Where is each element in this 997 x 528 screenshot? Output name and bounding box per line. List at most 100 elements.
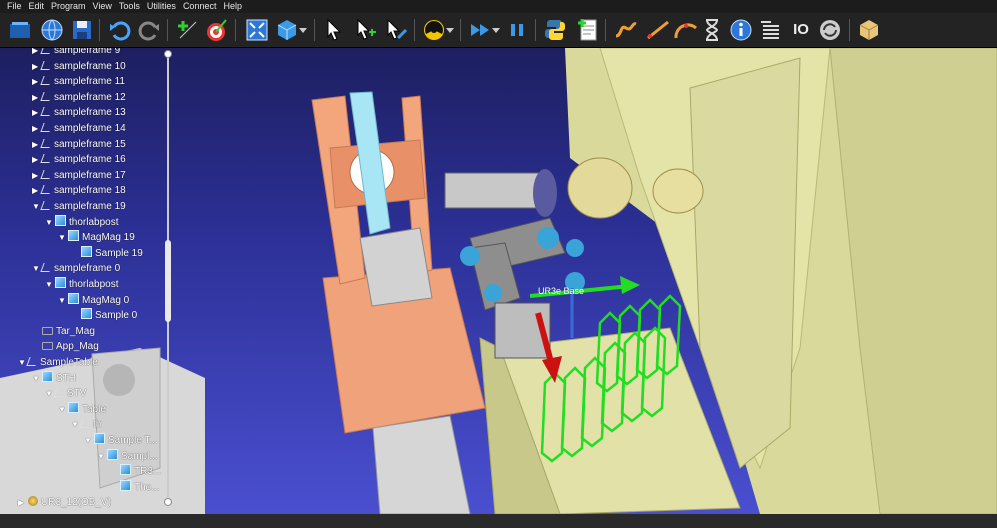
tree-item-label: Tar_Mag [56,325,95,337]
tree-item-label: SampleTable [40,357,98,368]
frame-icon [40,154,53,164]
frame-icon [40,138,53,148]
menu-tools[interactable]: Tools [112,0,140,13]
tree-item[interactable]: ▼ Sample T... [84,433,158,448]
tree-item[interactable]: ▼ MagMag 19 [58,230,135,245]
expand-arrow-icon[interactable]: ▶ [18,495,28,510]
fit-all-icon[interactable] [245,18,269,42]
gray-pedestal [372,415,471,514]
tree-item[interactable]: ▼ thorlabpost [45,277,118,292]
program-instructions-icon[interactable] [758,18,782,42]
collision-icon[interactable] [422,18,446,42]
info-icon[interactable] [729,18,753,42]
tree-item[interactable]: ▶ UR3_12(OB_V) [18,495,111,510]
expand-arrow-icon[interactable]: ▼ [97,449,107,464]
tree-item[interactable]: ▶ sampleframe 14 [32,121,126,136]
tree-item[interactable]: ▶ sampleframe 17 [32,168,126,183]
menu-file[interactable]: File [0,0,22,13]
teach-target-icon[interactable] [204,18,228,42]
frame-icon [40,91,53,101]
tree-item[interactable]: ▼ sampleframe 19 [32,199,126,214]
menu-help[interactable]: Help [216,0,242,13]
cube-icon [42,370,53,382]
python-icon[interactable] [543,18,567,42]
tree-item[interactable]: Sample 19 [71,245,143,261]
scroll-up-handle[interactable] [164,50,172,58]
tree-item[interactable]: Tar_Mag [32,324,95,339]
tree-item[interactable]: ▼ sampleframe 0 [32,261,120,276]
undo-icon[interactable] [108,18,132,42]
menu-view[interactable]: View [86,0,112,13]
select-frame-icon[interactable] [384,18,408,42]
station-tree[interactable]: ▶ sampleframe 9 ▶ sampleframe 10 ▶ samplefram… [0,48,175,514]
move-linear-icon[interactable] [646,18,670,42]
expand-arrow-icon[interactable]: ▼ [45,277,55,292]
robot-mount-block [444,172,541,209]
web-icon[interactable] [40,18,64,42]
cube-view-icon[interactable] [275,18,299,42]
tree-item[interactable]: Tho... [110,479,160,495]
expand-arrow-icon[interactable]: ▼ [84,433,94,448]
menu-program[interactable]: Program [44,0,86,13]
pause-icon[interactable] [505,18,529,42]
tree-item[interactable]: ▶ sampleframe 16 [32,152,126,167]
select-cursor-icon[interactable] [322,18,346,42]
tree-item[interactable]: ▼ STH [32,370,76,386]
add-target-icon[interactable] [176,18,200,42]
scrollbar-thumb[interactable] [165,240,171,322]
frame-icon [40,107,53,117]
tree-item[interactable]: ▶ sampleframe 11 [32,74,125,89]
menu-connect[interactable]: Connect [176,0,217,13]
tree-item[interactable]: ▼ MagMag 0 [58,292,129,308]
package-icon[interactable] [857,18,881,42]
scroll-down-handle[interactable] [164,498,172,506]
expand-arrow-icon[interactable]: ▼ [45,215,55,230]
cube-icon [68,230,79,242]
tree-item[interactable]: ▶ sampleframe 13 [32,105,126,120]
expand-arrow-icon[interactable]: ▼ [58,293,68,308]
tree-item[interactable]: TR3... [110,464,161,479]
tool-icon [42,342,53,351]
tree-item[interactable]: ▼ thorlabpost [45,214,118,230]
menu-utilities[interactable]: Utilities [140,0,176,13]
move-circular-icon[interactable] [674,18,698,42]
frame-icon [40,185,53,195]
io-button[interactable]: IO [788,18,814,42]
menu-bar: File Edit Program View Tools Utilities Connect… [0,0,997,13]
tree-item[interactable]: App_Mag [32,339,99,354]
open-station-icon[interactable] [8,18,32,42]
cube-icon [107,448,118,460]
tree-item[interactable]: ▶ sampleframe 9 [32,48,120,58]
move-joint-icon[interactable] [614,18,638,42]
dropdown-arrow-icon[interactable] [297,18,309,42]
cube-icon [120,479,131,491]
tree-item-label: sampleframe 10 [54,60,126,72]
save-icon[interactable] [70,18,94,42]
tree-item[interactable]: ▼ SampleTable [18,355,98,370]
select-target-icon[interactable] [354,18,378,42]
tree-item[interactable]: ▶ sampleframe 12 [32,90,126,105]
robot-base-label: UR3e Base [538,286,585,296]
tree-item[interactable]: ▶ sampleframe 15 [32,137,126,152]
expand-arrow-icon[interactable]: ▼ [32,371,42,386]
tree-item-label: sampleframe 0 [54,263,121,275]
tree-item[interactable]: ▶ sampleframe 18 [32,183,126,198]
dropdown-arrow-icon[interactable] [444,18,456,42]
tree-item[interactable]: ▶ sampleframe 10 [32,59,126,74]
tree-item[interactable]: ▼ STV [45,386,86,401]
add-program-icon[interactable] [576,18,600,42]
tree-item-label: sampleframe 17 [54,169,126,181]
tree-item[interactable]: Sample 0 [71,308,137,323]
dropdown-arrow-icon[interactable] [490,18,502,42]
wait-icon[interactable] [700,18,724,42]
loop-icon[interactable] [818,18,842,42]
tree-item-label: Sample 19 [95,247,143,259]
menu-edit[interactable]: Edit [22,0,45,13]
tree-item[interactable]: ▼ th [71,417,101,432]
redo-icon[interactable] [137,18,161,42]
expand-arrow-icon[interactable]: ▼ [58,402,68,417]
tree-scrollbar[interactable] [164,50,172,506]
tree-item[interactable]: ▼ Table [58,401,106,417]
tree-item[interactable]: ▼ Sampl... [97,448,158,464]
expand-arrow-icon[interactable]: ▼ [58,230,68,245]
